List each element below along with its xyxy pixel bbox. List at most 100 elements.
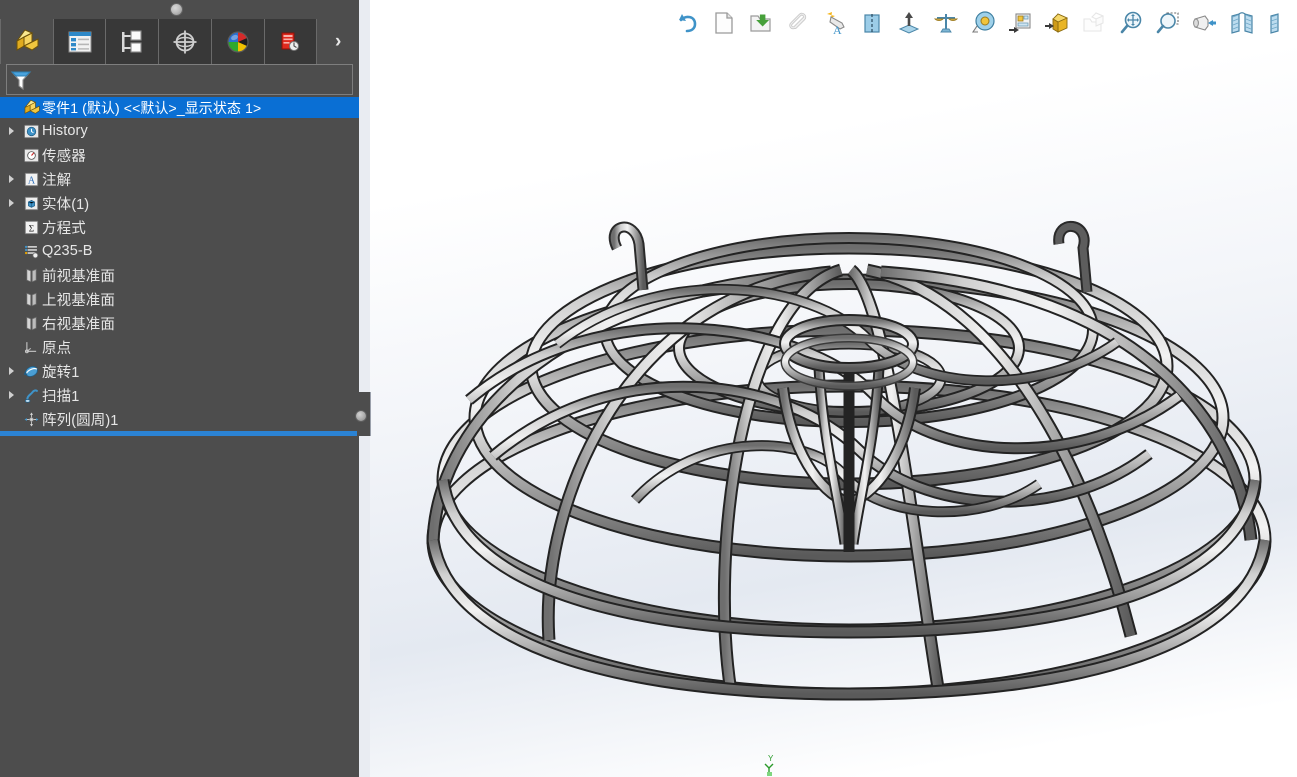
- view-orientation-icon: [1192, 15, 1216, 31]
- open-folder-icon: [749, 14, 771, 32]
- revolve-icon: [20, 363, 42, 380]
- tab-configuration-manager[interactable]: [106, 19, 160, 64]
- attach-button[interactable]: [779, 6, 816, 40]
- graphics-viewport[interactable]: Y: [359, 0, 1297, 777]
- display-sphere-icon: [227, 30, 249, 53]
- tree-item-label: 扫描1: [42, 388, 80, 405]
- zoom-fit-icon: [1120, 11, 1141, 34]
- tab-feature-manager[interactable]: [0, 19, 54, 65]
- open-drawing-button[interactable]: [1075, 6, 1112, 40]
- plane-display-button[interactable]: [853, 6, 890, 40]
- undo-button[interactable]: [668, 6, 705, 40]
- undo-arrow-icon: [678, 14, 696, 33]
- triad-axis-indicator: Y: [764, 754, 774, 776]
- origin-icon: [20, 339, 42, 356]
- rollback-bar[interactable]: [0, 431, 357, 436]
- new-document-icon: [714, 12, 733, 34]
- panel-top-strip: [0, 0, 359, 20]
- tree-item-equations[interactable]: Σ 方程式: [0, 215, 359, 239]
- display-style-button[interactable]: [1260, 6, 1297, 40]
- dimxpert-target-icon: [173, 30, 197, 53]
- plane-icon: [20, 267, 42, 284]
- extrude-button[interactable]: [890, 6, 927, 40]
- plane-icon: [20, 291, 42, 308]
- material-icon: [20, 243, 42, 260]
- open-document-button[interactable]: [742, 6, 779, 40]
- tree-item-front-plane[interactable]: 前视基准面: [0, 263, 359, 287]
- view-orientation-button[interactable]: [1186, 6, 1223, 40]
- dome-wire-frame-model[interactable]: [359, 0, 1297, 777]
- tree-item-label: Q235-B: [42, 243, 93, 259]
- property-list-icon: [68, 31, 92, 52]
- plane-display-icon: [863, 14, 880, 33]
- panel-edge-handle[interactable]: [356, 411, 366, 421]
- measure-button[interactable]: [964, 6, 1001, 40]
- tab-dimxpert-manager[interactable]: [159, 19, 212, 64]
- panel-splitter-handle[interactable]: [171, 4, 182, 15]
- tree-item-right-plane[interactable]: 右视基准面: [0, 311, 359, 335]
- panel-right-gap-top: [359, 0, 370, 392]
- solidworks-window: Y A › 零件1 (默认) <<默认>_显示状态 1> History 传感器…: [0, 0, 1297, 777]
- filter-funnel-icon: [10, 70, 32, 90]
- appearance-button[interactable]: A: [816, 6, 853, 40]
- export-part-icon: [1044, 13, 1068, 33]
- expander-arrow-icon[interactable]: [2, 391, 20, 399]
- part-yellow-icon: [20, 99, 42, 116]
- expander-arrow-icon[interactable]: [2, 127, 20, 135]
- zoom-to-area-button[interactable]: [1149, 6, 1186, 40]
- tab-display-manager[interactable]: [211, 19, 265, 64]
- mass-properties-button[interactable]: [927, 6, 964, 40]
- tree-item-label: 阵列(圆周)1: [42, 412, 119, 429]
- tree-item-sweep1[interactable]: 扫描1: [0, 383, 359, 407]
- balance-scale-icon: [933, 14, 958, 33]
- new-document-button[interactable]: [705, 6, 742, 40]
- tree-item-label: 注解: [42, 172, 72, 189]
- manager-tab-bar: ›: [0, 19, 359, 65]
- paperclip-icon: [788, 12, 806, 30]
- tab-property-manager[interactable]: [53, 19, 107, 64]
- section-properties-icon: [1008, 13, 1031, 33]
- tree-item-annotations[interactable]: A 注解: [0, 167, 359, 191]
- expander-arrow-icon[interactable]: [2, 199, 20, 207]
- plane-icon: [20, 315, 42, 332]
- solid-body-icon: [20, 195, 42, 212]
- appearance-spray-icon: A: [826, 12, 845, 36]
- tree-item-label: 旋转1: [42, 364, 80, 381]
- svg-text:A: A: [27, 175, 35, 186]
- tree-item-sensors[interactable]: 传感器: [0, 143, 359, 167]
- tree-filter-box[interactable]: [6, 64, 353, 95]
- expander-arrow-icon[interactable]: [2, 367, 20, 375]
- tab-expander-chevron[interactable]: ›: [317, 19, 359, 64]
- tree-item-origin[interactable]: 原点: [0, 335, 359, 359]
- tree-item-history[interactable]: History: [0, 119, 359, 143]
- history-icon: [20, 123, 42, 140]
- zoom-to-fit-button[interactable]: [1112, 6, 1149, 40]
- extrude-up-icon: [898, 12, 919, 34]
- section-view-button[interactable]: [1223, 6, 1260, 40]
- tree-item-circular-pattern1[interactable]: 阵列(圆周)1: [0, 407, 359, 431]
- tree-item-solid-bodies[interactable]: 实体(1): [0, 191, 359, 215]
- sensor-icon: [20, 147, 42, 164]
- tree-item-label: 实体(1): [42, 196, 90, 213]
- tree-item-label: 前视基准面: [42, 268, 115, 285]
- expander-arrow-icon[interactable]: [2, 175, 20, 183]
- circular-pattern-icon: [20, 411, 42, 428]
- red-appearance-icon: [281, 32, 300, 51]
- tree-item-top-plane[interactable]: 上视基准面: [0, 287, 359, 311]
- configuration-tree-icon: [122, 29, 142, 53]
- tree-item-revolve1[interactable]: 旋转1: [0, 359, 359, 383]
- feature-manager-panel: › 零件1 (默认) <<默认>_显示状态 1> History 传感器 A 注…: [0, 0, 359, 777]
- tab-appearance-manager[interactable]: [264, 19, 318, 64]
- tree-filter-input[interactable]: [32, 71, 352, 88]
- zoom-area-icon: [1156, 12, 1179, 34]
- section-properties-button[interactable]: [1001, 6, 1038, 40]
- tree-root-item[interactable]: 零件1 (默认) <<默认>_显示状态 1>: [0, 97, 359, 118]
- equation-icon: Σ: [20, 219, 42, 236]
- annotation-icon: A: [20, 171, 42, 188]
- export-part-button[interactable]: [1038, 6, 1075, 40]
- measure-tape-icon: [971, 11, 995, 33]
- tree-item-label: 传感器: [42, 148, 86, 165]
- open-drawing-icon: [1082, 12, 1104, 32]
- display-style-icon: [1269, 13, 1279, 34]
- tree-item-material[interactable]: Q235-B: [0, 239, 359, 263]
